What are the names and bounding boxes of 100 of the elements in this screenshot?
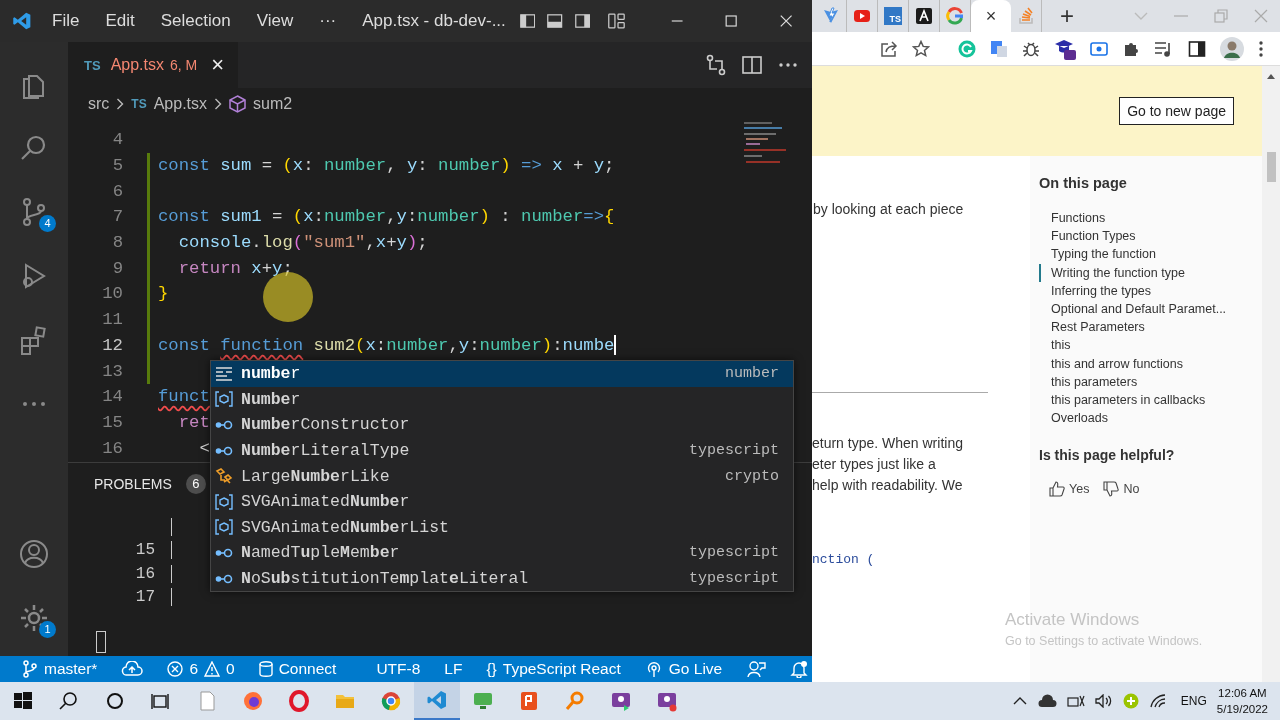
more-icon[interactable]	[778, 62, 798, 68]
panel-toggle-icon[interactable]	[547, 12, 563, 30]
suggestion-item[interactable]: NumberConstructor	[211, 412, 793, 438]
toc-link[interactable]: Functions	[1039, 209, 1262, 228]
toc-link[interactable]: Inferring the types	[1039, 281, 1262, 300]
code-line: const function sum2(x:number,y:number):numbe	[158, 335, 615, 355]
toc-link[interactable]: Function Types	[1039, 227, 1262, 246]
menu-item[interactable]: View	[256, 11, 294, 31]
line-number: 17	[134, 588, 155, 607]
feedback-question: Is this page helpful?	[1039, 447, 1176, 464]
breadcrumb-item[interactable]: sum2	[253, 95, 293, 113]
lines-icon	[215, 365, 233, 382]
close-icon[interactable]	[779, 13, 792, 29]
suggestion-item[interactable]: LargeNumberLike crypto	[211, 463, 793, 489]
chevron-up-icon[interactable]	[1012, 696, 1027, 706]
graduation-cap-icon[interactable]	[1054, 37, 1076, 60]
screen-capture-icon[interactable]	[1090, 40, 1108, 57]
warning-icon[interactable]	[204, 661, 221, 677]
input-language[interactable]: ENG	[1180, 694, 1207, 708]
connect-button[interactable]: Connect	[278, 660, 337, 678]
toc-link[interactable]: Optional and Default Paramet...	[1039, 300, 1262, 319]
close-tab-button[interactable]: ×	[985, 5, 997, 27]
avatar[interactable]	[1220, 36, 1244, 61]
encoding[interactable]: UTF-8	[376, 660, 421, 678]
error-icon[interactable]	[167, 661, 184, 677]
database-icon[interactable]	[258, 661, 273, 677]
suggestion-item[interactable]: NumberLiteralType typescript	[211, 437, 793, 464]
toc-link[interactable]: Typing the function	[1039, 245, 1262, 264]
editor-tab[interactable]: TS App.tsx 6, M ×	[68, 42, 238, 88]
layout-icon[interactable]	[608, 11, 625, 31]
compare-changes-icon[interactable]	[706, 54, 726, 76]
feedback-icon[interactable]	[746, 660, 767, 678]
wifi-icon[interactable]	[1148, 694, 1167, 708]
maximize-icon[interactable]	[725, 13, 738, 29]
browser-tab[interactable]: TS	[878, 0, 909, 32]
cloud-sync-icon[interactable]	[121, 661, 144, 677]
toc-link[interactable]: Overloads	[1039, 409, 1262, 428]
clock-time[interactable]: 12:06 AM	[1218, 685, 1267, 701]
toc-link[interactable]: this parameters	[1039, 372, 1262, 392]
toc-link[interactable]: this parameters in callbacks	[1039, 391, 1262, 410]
cloud-icon[interactable]	[1036, 694, 1057, 708]
bolt-icon	[822, 7, 840, 25]
network-icon[interactable]	[1066, 694, 1085, 708]
braces-icon[interactable]: {}	[486, 660, 497, 678]
suggestion-item[interactable]: Number	[211, 386, 793, 413]
branch-icon[interactable]	[22, 660, 38, 678]
share-icon[interactable]	[880, 39, 898, 58]
cube-icon	[215, 519, 233, 536]
line-ending[interactable]: LF	[444, 660, 463, 678]
menu-item[interactable]: File	[52, 11, 80, 31]
scroll-thumb[interactable]	[1266, 152, 1276, 182]
badge: 4	[39, 215, 56, 232]
language-mode[interactable]: TypeScript React	[502, 660, 621, 678]
breadcrumb-item[interactable]: App.tsx	[153, 95, 208, 113]
suggestion-item[interactable]: SVGAnimatedNumber	[211, 488, 793, 515]
toc-link[interactable]: this	[1039, 336, 1262, 355]
volume-icon[interactable]	[1094, 694, 1113, 708]
suggestion-item[interactable]: NoSubstitutionTemplateLiteral typescript	[211, 565, 793, 592]
go-live-button[interactable]: Go Live	[668, 660, 723, 678]
secondary-sidebar-icon[interactable]	[574, 12, 591, 30]
menu-item[interactable]: Edit	[105, 11, 135, 31]
code-line: <	[198, 438, 210, 458]
suggestion-item[interactable]: SVGAnimatedNumberList	[211, 514, 793, 541]
cube-icon	[215, 391, 233, 408]
menu-overflow[interactable]: ···	[319, 11, 337, 31]
error-count[interactable]: 6	[189, 660, 199, 678]
scroll-up-icon[interactable]	[1266, 72, 1276, 80]
breadcrumb-item[interactable]: src	[88, 95, 110, 113]
suggestion-item[interactable]: number number	[211, 361, 793, 387]
menu-icon[interactable]	[1258, 39, 1264, 58]
browser-tab[interactable]: ×	[971, 0, 1011, 32]
translate-icon[interactable]	[990, 39, 1008, 58]
split-editor-icon[interactable]	[742, 55, 762, 75]
toc-link[interactable]: Rest Parameters	[1039, 318, 1262, 337]
side-panel-icon[interactable]	[1188, 39, 1206, 58]
suggestion-item[interactable]: NamedTupleMember typescript	[211, 540, 793, 566]
scrollbar[interactable]	[1262, 66, 1280, 682]
line-number: 15	[101, 412, 123, 432]
line-number: 8	[111, 233, 123, 253]
sidebar-toggle-icon[interactable]	[519, 12, 536, 30]
yes-button[interactable]: Yes	[1049, 481, 1090, 498]
warning-count[interactable]: 0	[226, 660, 235, 678]
branch-name[interactable]: master*	[44, 660, 98, 678]
code-editor-icon[interactable]	[414, 682, 460, 720]
bug-icon[interactable]	[1022, 39, 1040, 58]
bell-icon[interactable]	[790, 660, 809, 678]
go-to-new-page-button[interactable]: Go to new page	[1119, 97, 1234, 125]
settings-icon[interactable]	[18, 602, 50, 634]
new-tab-button[interactable]: +	[1060, 2, 1074, 30]
line-number: 13	[101, 361, 123, 381]
toc-link[interactable]: this and arrow functions	[1039, 354, 1262, 373]
menu-item[interactable]: Selection	[160, 11, 231, 31]
clock-date[interactable]: 5/19/2022	[1216, 701, 1268, 717]
stack-icon	[1017, 7, 1035, 25]
panel-tab[interactable]: PROBLEMS	[94, 476, 172, 492]
close-tab-button[interactable]: ×	[211, 52, 225, 78]
bookmark-star-icon[interactable]	[912, 39, 930, 58]
no-button[interactable]: No	[1103, 481, 1140, 498]
account-icon[interactable]	[18, 538, 50, 570]
thumbs-up-icon	[1049, 481, 1065, 498]
